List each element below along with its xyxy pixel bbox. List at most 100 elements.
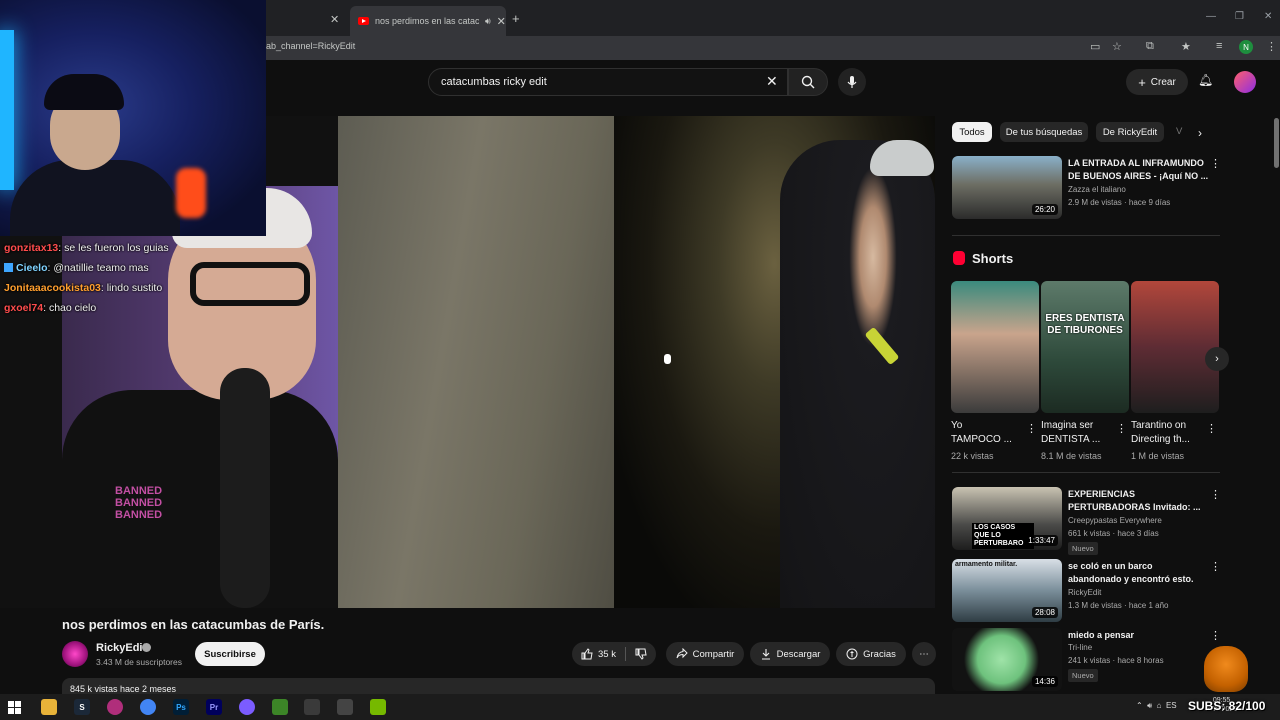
chevron-right-icon[interactable]: › (1205, 347, 1229, 371)
nvidia-icon[interactable] (370, 699, 386, 715)
close-window-icon[interactable]: ✕ (1264, 11, 1272, 22)
subscriber-count: 3.43 M de suscriptores (96, 657, 182, 667)
short-thumbnail[interactable] (951, 281, 1039, 413)
page-scrollbar-thumb[interactable] (1274, 118, 1279, 168)
rec-thumbnail[interactable]: 14:36 (952, 628, 1062, 691)
close-icon[interactable]: ✕ (330, 13, 339, 26)
shorts-icon (953, 251, 965, 265)
short-title[interactable]: Imagina ser DENTISTA ... (1041, 419, 1117, 447)
media-icon[interactable]: ≡ (1216, 40, 1222, 52)
restore-icon[interactable]: ❐ (1235, 11, 1244, 22)
language-indicator[interactable]: ES (1166, 701, 1177, 710)
short-title[interactable]: Tarantino on Directing th... (1131, 419, 1207, 447)
short-title[interactable]: Yo TAMPOCO ... (951, 419, 1027, 447)
share-icon (676, 648, 688, 659)
rec-title[interactable]: miedo a pensar (1068, 629, 1134, 642)
bookmark-star-icon[interactable]: ☆ (1112, 40, 1122, 53)
more-options-icon[interactable]: ⋮ (1210, 157, 1221, 170)
rec-meta: 1.3 M de vistas · hace 1 año (1068, 601, 1169, 610)
chat-message: Cieelo: @natillie teamo mas (4, 258, 204, 278)
chrome-icon[interactable] (140, 699, 156, 715)
more-options-icon[interactable]: ⋮ (1210, 488, 1221, 501)
close-icon[interactable]: ✕ (497, 15, 506, 28)
browser-profile-avatar[interactable]: N (1239, 40, 1253, 54)
network-icon[interactable]: ⌂ (1157, 701, 1162, 710)
more-options-icon[interactable]: ⋮ (1210, 560, 1221, 573)
speaker-icon[interactable]: 🔊︎ (1147, 701, 1152, 710)
windows-start-icon[interactable] (8, 701, 21, 714)
description-box[interactable]: 845 k vistas hace 2 meses (62, 678, 935, 694)
speaker-icon[interactable]: 🔊︎ (485, 16, 491, 27)
rec-channel[interactable]: Zazza el italiano (1068, 185, 1126, 194)
thanks-button[interactable]: Gracias (836, 642, 906, 666)
short-thumbnail[interactable]: ERES DENTISTA DE TIBURONES (1041, 281, 1129, 413)
more-options-icon[interactable]: ⋮ (1206, 422, 1217, 435)
rec-channel[interactable]: Creepypastas Everywhere (1068, 516, 1162, 525)
more-actions-icon[interactable]: ⋯ (912, 642, 936, 666)
app-icon[interactable] (107, 699, 123, 715)
chevron-up-icon[interactable]: ⌃ (1136, 701, 1143, 710)
account-avatar[interactable] (1234, 71, 1256, 93)
clear-search-icon[interactable]: ✕ (766, 73, 778, 90)
thumbs-up-icon (581, 648, 593, 660)
cast-icon[interactable]: ▭ (1090, 40, 1100, 53)
voice-search-button[interactable] (838, 68, 866, 96)
thumbs-down-icon[interactable] (635, 648, 647, 660)
chip-from-channel[interactable]: De RickyEdit (1096, 122, 1164, 142)
bookmarks-icon[interactable]: ★ (1181, 40, 1191, 53)
app-window-icon[interactable] (337, 699, 353, 715)
search-button[interactable] (788, 68, 828, 96)
browser-tab-1[interactable]: ✕ (266, 8, 346, 30)
channel-name[interactable]: RickyEdit (96, 642, 146, 654)
rec-title[interactable]: LA ENTRADA AL INFRAMUNDO DE BUENOS AIRES … (1068, 157, 1208, 183)
rec-thumbnail[interactable]: 26:20 (952, 156, 1062, 219)
rec-meta: 661 k vistas · hace 3 días (1068, 529, 1159, 538)
short-thumbnail[interactable] (1131, 281, 1219, 413)
rec-title[interactable]: EXPERIENCIAS PERTURBADORAS Invitado: ... (1068, 488, 1201, 514)
more-options-icon[interactable]: ⋮ (1210, 629, 1221, 642)
extensions-icon[interactable]: ⧉ (1146, 40, 1154, 53)
url-text[interactable]: ab_channel=RickyEdit (266, 41, 355, 51)
chip-all[interactable]: Todos (952, 122, 992, 142)
video-title: nos perdimos en las catacumbas de París. (62, 617, 325, 632)
verified-icon (142, 643, 151, 652)
chevron-right-icon[interactable]: › (1198, 126, 1202, 140)
app-icon[interactable] (239, 699, 255, 715)
steam-icon[interactable]: S (74, 699, 90, 715)
new-badge: Nuevo (1068, 542, 1098, 555)
notifications-bell-icon[interactable]: 🔔︎ (1198, 73, 1213, 87)
short-title-line: TAMPOCO ... (951, 434, 1012, 445)
create-label: Crear (1150, 76, 1176, 88)
premiere-icon[interactable]: Pr (206, 699, 222, 715)
more-options-icon[interactable]: ⋮ (1116, 422, 1127, 435)
rec-thumbnail[interactable]: LOS CASOS QUE LO PERTURBARO 1:33:47 (952, 487, 1062, 550)
chip-partial[interactable]: V (1176, 126, 1182, 137)
rec-thumbnail[interactable]: armamento militar. 28:08 (952, 559, 1062, 622)
rec-channel[interactable]: RickyEdit (1068, 588, 1101, 597)
short-title-line: Tarantino on (1131, 420, 1187, 431)
minimize-icon[interactable]: — (1206, 11, 1216, 22)
search-input[interactable]: catacumbas ricky edit (428, 68, 788, 96)
more-options-icon[interactable]: ⋮ (1026, 422, 1037, 435)
photoshop-icon[interactable]: Ps (173, 699, 189, 715)
share-button[interactable]: Compartir (666, 642, 744, 666)
create-button[interactable]: + Crear (1126, 69, 1188, 95)
rec-title[interactable]: se coló en un barco abandonado y encontró… (1068, 560, 1194, 586)
obs-icon[interactable] (304, 699, 320, 715)
new-tab-button[interactable]: + (512, 11, 520, 26)
browser-menu-icon[interactable]: ⋮ (1266, 40, 1277, 53)
windows-taskbar (0, 694, 1280, 720)
subscribe-button[interactable]: Suscribirse (195, 642, 265, 666)
minecraft-icon[interactable] (272, 699, 288, 715)
system-tray[interactable]: ⌃ 🔊︎ ⌂ ES (1136, 701, 1177, 711)
plus-icon: + (1138, 74, 1146, 90)
like-button[interactable]: 35 k (581, 648, 616, 660)
channel-avatar[interactable] (62, 641, 88, 667)
chip-from-searches[interactable]: De tus búsquedas (1000, 122, 1088, 142)
download-button[interactable]: Descargar (750, 642, 830, 666)
rec-title-line: se coló en un barco (1068, 561, 1153, 571)
file-explorer-icon[interactable] (41, 699, 57, 715)
rec-channel[interactable]: Tri-line (1068, 643, 1092, 652)
page-scrollbar-track[interactable] (1272, 104, 1280, 690)
browser-tab-active[interactable]: nos perdimos en las catacu 🔊︎ ✕ (350, 6, 506, 36)
